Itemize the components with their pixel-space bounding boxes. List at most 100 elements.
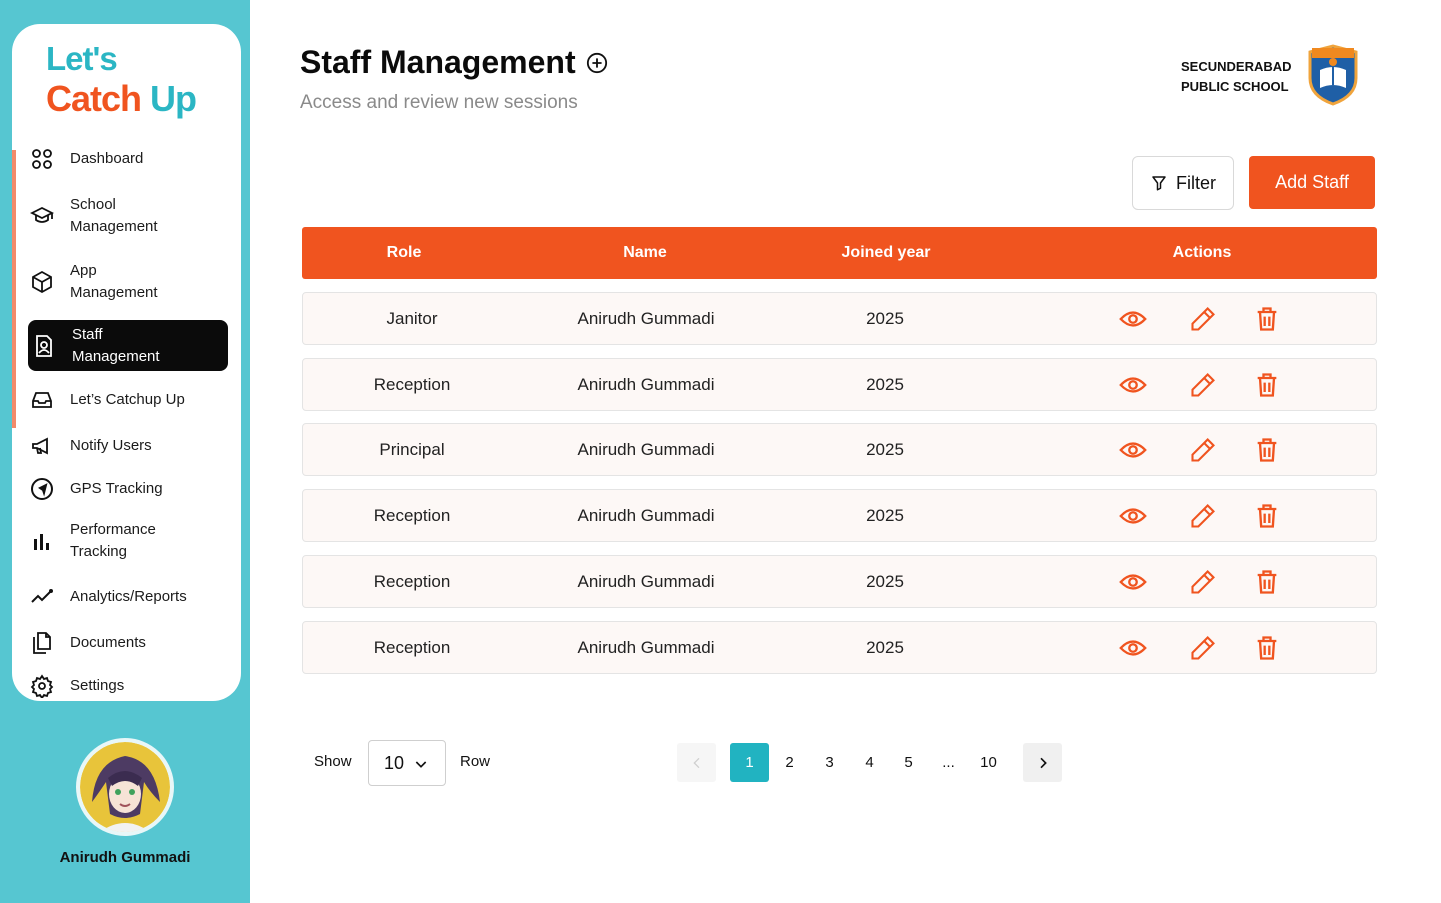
- sidebar-item-label: Settings: [70, 677, 125, 694]
- staff-badge-icon: [30, 332, 58, 360]
- view-icon[interactable]: [1119, 371, 1147, 399]
- cell-joined-year: 2025: [866, 505, 904, 525]
- edit-pencil-icon[interactable]: [1189, 305, 1217, 333]
- column-header-role[interactable]: Role: [387, 244, 422, 262]
- cell-role: Reception: [373, 571, 451, 591]
- sidebar-item-documents[interactable]: Documents: [28, 628, 228, 658]
- edit-pencil-icon[interactable]: [1189, 371, 1217, 399]
- page-title: Staff Management: [300, 44, 608, 81]
- view-icon[interactable]: [1119, 634, 1147, 662]
- filter-icon: [1152, 176, 1166, 191]
- view-icon[interactable]: [1119, 502, 1147, 530]
- sidebar-item-label: Notify Users: [70, 437, 152, 454]
- delete-trash-icon[interactable]: [1253, 502, 1281, 530]
- table-row: Principal Anirudh Gummadi 2025: [302, 423, 1377, 476]
- cell-joined-year: 2025: [866, 571, 904, 591]
- sidebar-item-label: Analytics/Reports: [70, 588, 187, 605]
- cube-icon: [28, 268, 56, 296]
- row-label: Row: [460, 753, 491, 770]
- sidebar-item-label: Dashboard: [70, 150, 144, 167]
- pagination-ellipsis: ...: [942, 754, 955, 771]
- cell-name: Anirudh Gummadi: [577, 571, 715, 591]
- chevron-right-icon: [1039, 757, 1047, 768]
- school-name: SECUNDERABAD PUBLIC SCHOOL: [1181, 59, 1292, 94]
- sidebar-item-label: Documents: [70, 634, 146, 651]
- column-header-name[interactable]: Name: [623, 244, 667, 262]
- table-row: Reception Anirudh Gummadi 2025: [302, 489, 1377, 542]
- page-button[interactable]: 3: [810, 743, 849, 782]
- sidebar-item-label: Performance Tracking: [70, 521, 156, 560]
- sidebar-item-performance-tracking[interactable]: Performance Tracking: [28, 517, 228, 565]
- graduation-cap-icon: [28, 202, 56, 230]
- edit-pencil-icon[interactable]: [1189, 502, 1217, 530]
- chevron-left-icon: [692, 757, 699, 768]
- column-header-actions: Actions: [1172, 244, 1232, 261]
- edit-pencil-icon[interactable]: [1189, 436, 1217, 464]
- column-header-joined-year[interactable]: Joined year: [842, 244, 931, 262]
- bar-chart-icon: [28, 527, 56, 555]
- dashboard-grid-icon: [28, 145, 56, 173]
- sidebar-item-label: School Management: [70, 196, 158, 235]
- cell-role: Reception: [373, 374, 451, 394]
- user-name: Anirudh Gummadi: [59, 849, 191, 866]
- sidebar-item-let-s-catchup-up[interactable]: Let’s Catchup Up: [28, 385, 228, 415]
- cell-role: Principal: [379, 439, 445, 459]
- cell-role: Reception: [373, 637, 451, 657]
- sidebar-item-label: App Management: [70, 262, 158, 301]
- rows-per-page-select[interactable]: 10: [368, 740, 446, 786]
- edit-pencil-icon[interactable]: [1189, 634, 1217, 662]
- gear-icon: [28, 672, 56, 700]
- navigation-icon: [28, 475, 56, 503]
- cell-joined-year: 2025: [866, 637, 904, 657]
- delete-trash-icon[interactable]: [1253, 634, 1281, 662]
- sidebar-scroll-indicator[interactable]: [12, 150, 16, 428]
- megaphone-icon: [28, 432, 56, 460]
- edit-pencil-icon[interactable]: [1189, 568, 1217, 596]
- page-button[interactable]: 4: [850, 743, 889, 782]
- page-button[interactable]: 2: [770, 743, 809, 782]
- user-profile[interactable]: Anirudh Gummadi: [0, 738, 250, 866]
- delete-trash-icon[interactable]: [1253, 305, 1281, 333]
- school-crest-icon: [1308, 44, 1358, 106]
- sidebar-item-label: Let’s Catchup Up: [70, 391, 185, 408]
- show-label: Show: [314, 753, 352, 770]
- sidebar-item-analytics-reports[interactable]: Analytics/Reports: [28, 582, 228, 612]
- view-icon[interactable]: [1119, 436, 1147, 464]
- avatar[interactable]: [76, 738, 174, 836]
- sidebar-item-app-management[interactable]: App Management: [28, 258, 228, 306]
- trend-line-icon: [28, 583, 56, 611]
- sidebar-item-settings[interactable]: Settings: [28, 671, 228, 701]
- page-button[interactable]: 1: [730, 743, 769, 782]
- delete-trash-icon[interactable]: [1253, 568, 1281, 596]
- cell-role: Reception: [373, 505, 451, 525]
- add-circle-icon[interactable]: [586, 52, 608, 74]
- delete-trash-icon[interactable]: [1253, 371, 1281, 399]
- previous-page-button[interactable]: [677, 743, 716, 782]
- sidebar-item-school-management[interactable]: School Management: [28, 192, 228, 240]
- cell-name: Anirudh Gummadi: [577, 637, 715, 657]
- add-staff-button[interactable]: Add Staff: [1249, 156, 1375, 209]
- cell-joined-year: 2025: [866, 374, 904, 394]
- table-row: Reception Anirudh Gummadi 2025: [302, 555, 1377, 608]
- sidebar-item-staff-management[interactable]: Staff Management: [28, 320, 228, 371]
- view-icon[interactable]: [1119, 305, 1147, 333]
- sidebar-item-notify-users[interactable]: Notify Users: [28, 431, 228, 461]
- page-button[interactable]: 5: [889, 743, 928, 782]
- sidebar-item-dashboard[interactable]: Dashboard: [28, 144, 228, 174]
- sidebar-panel: Let's Catch Up Dashboard School Managemen…: [12, 24, 241, 701]
- page-subtitle: Access and review new sessions: [300, 92, 578, 113]
- inbox-icon: [28, 386, 56, 414]
- view-icon[interactable]: [1119, 568, 1147, 596]
- sidebar-item-gps-tracking[interactable]: GPS Tracking: [28, 474, 228, 504]
- sidebar-item-label: GPS Tracking: [70, 480, 163, 497]
- sidebar-rail: Let's Catch Up Dashboard School Managemen…: [0, 0, 250, 903]
- table-row: Janitor Anirudh Gummadi 2025: [302, 292, 1377, 345]
- filter-button[interactable]: Filter: [1132, 156, 1234, 210]
- cell-name: Anirudh Gummadi: [577, 308, 715, 328]
- chevron-down-icon: [415, 761, 427, 768]
- delete-trash-icon[interactable]: [1253, 436, 1281, 464]
- cell-name: Anirudh Gummadi: [577, 439, 715, 459]
- cell-joined-year: 2025: [866, 308, 904, 328]
- page-button[interactable]: 10: [969, 743, 1008, 782]
- next-page-button[interactable]: [1023, 743, 1062, 782]
